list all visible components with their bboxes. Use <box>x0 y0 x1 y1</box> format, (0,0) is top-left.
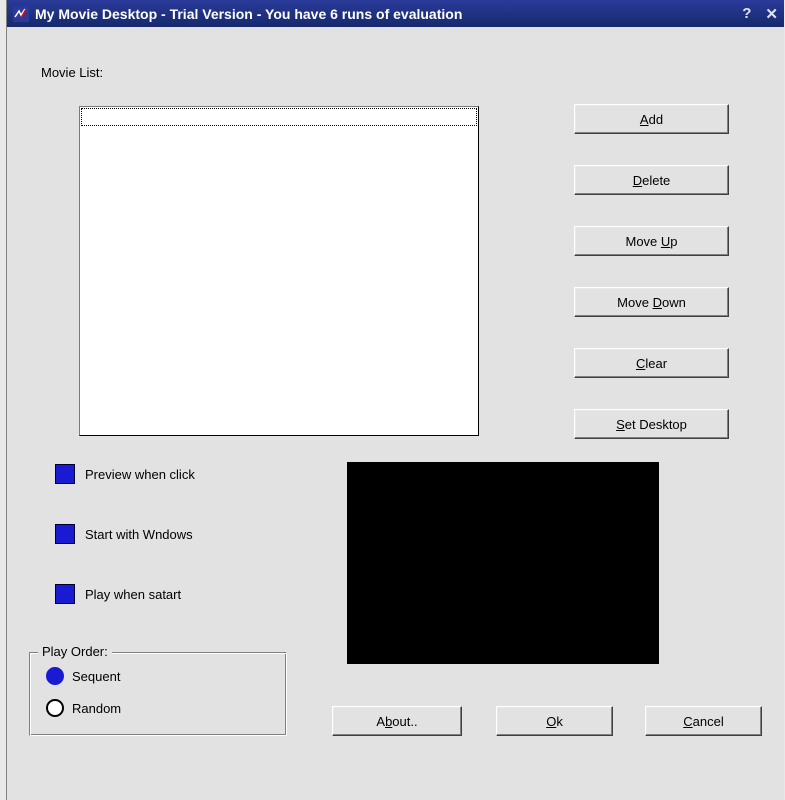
play-start-checkbox[interactable]: Play when satart <box>55 584 181 604</box>
clear-button[interactable]: Clear <box>574 348 729 378</box>
move-up-button[interactable]: Move Up <box>574 226 729 256</box>
delete-button[interactable]: Delete <box>574 165 729 195</box>
checkbox-icon <box>55 524 75 544</box>
play-order-legend: Play Order: <box>38 644 112 659</box>
close-button[interactable]: ✕ <box>765 5 778 23</box>
btn-post: dd <box>649 112 663 127</box>
radio-icon <box>46 667 64 685</box>
btn-pre: Move <box>617 295 652 310</box>
btn-u: O <box>546 714 556 729</box>
btn-post: et Desktop <box>625 417 687 432</box>
move-down-button[interactable]: Move Down <box>574 287 729 317</box>
help-button[interactable]: ? <box>742 5 751 22</box>
btn-u: C <box>683 714 692 729</box>
checkbox-icon <box>55 584 75 604</box>
btn-u: U <box>661 234 670 249</box>
btn-u: A <box>640 112 649 127</box>
add-button[interactable]: Add <box>574 104 729 134</box>
btn-u: D <box>653 295 662 310</box>
checkbox-icon <box>55 464 75 484</box>
movie-list-label: Movie List: <box>41 65 103 80</box>
sequent-radio[interactable]: Sequent <box>46 667 120 685</box>
titlebar-buttons: ? ✕ <box>742 5 778 23</box>
start-windows-checkbox[interactable]: Start with Wndows <box>55 524 193 544</box>
btn-post: out.. <box>392 714 417 729</box>
ok-button[interactable]: Ok <box>496 706 613 736</box>
cancel-button[interactable]: Cancel <box>645 706 762 736</box>
btn-post: own <box>662 295 686 310</box>
btn-pre: Move <box>625 234 660 249</box>
btn-pre: A <box>376 714 385 729</box>
radio-label: Random <box>72 701 121 716</box>
movie-list[interactable] <box>79 106 479 436</box>
btn-u: S <box>616 417 625 432</box>
radio-label: Sequent <box>72 669 120 684</box>
checkbox-label: Play when satart <box>85 587 181 602</box>
window-title: My Movie Desktop - Trial Version - You h… <box>35 6 742 22</box>
btn-u: C <box>636 356 645 371</box>
about-button[interactable]: About.. <box>332 706 462 736</box>
play-order-group: Play Order: Sequent Random <box>29 652 287 736</box>
preview-pane <box>347 462 659 664</box>
radio-icon <box>46 699 64 717</box>
set-desktop-button[interactable]: Set Desktop <box>574 409 729 439</box>
btn-post: ancel <box>693 714 724 729</box>
checkbox-label: Start with Wndows <box>85 527 193 542</box>
btn-u: D <box>633 173 642 188</box>
movie-list-header[interactable] <box>81 108 477 126</box>
btn-post: k <box>556 714 563 729</box>
btn-post: lear <box>645 356 667 371</box>
client-area: Movie List: Add Delete Move Up Move Down… <box>7 27 784 800</box>
dialog-window: My Movie Desktop - Trial Version - You h… <box>6 0 784 800</box>
titlebar: My Movie Desktop - Trial Version - You h… <box>7 0 784 27</box>
checkbox-label: Preview when click <box>85 467 195 482</box>
random-radio[interactable]: Random <box>46 699 121 717</box>
preview-checkbox[interactable]: Preview when click <box>55 464 195 484</box>
btn-post: elete <box>642 173 670 188</box>
btn-post: p <box>670 234 677 249</box>
app-icon <box>13 6 29 22</box>
